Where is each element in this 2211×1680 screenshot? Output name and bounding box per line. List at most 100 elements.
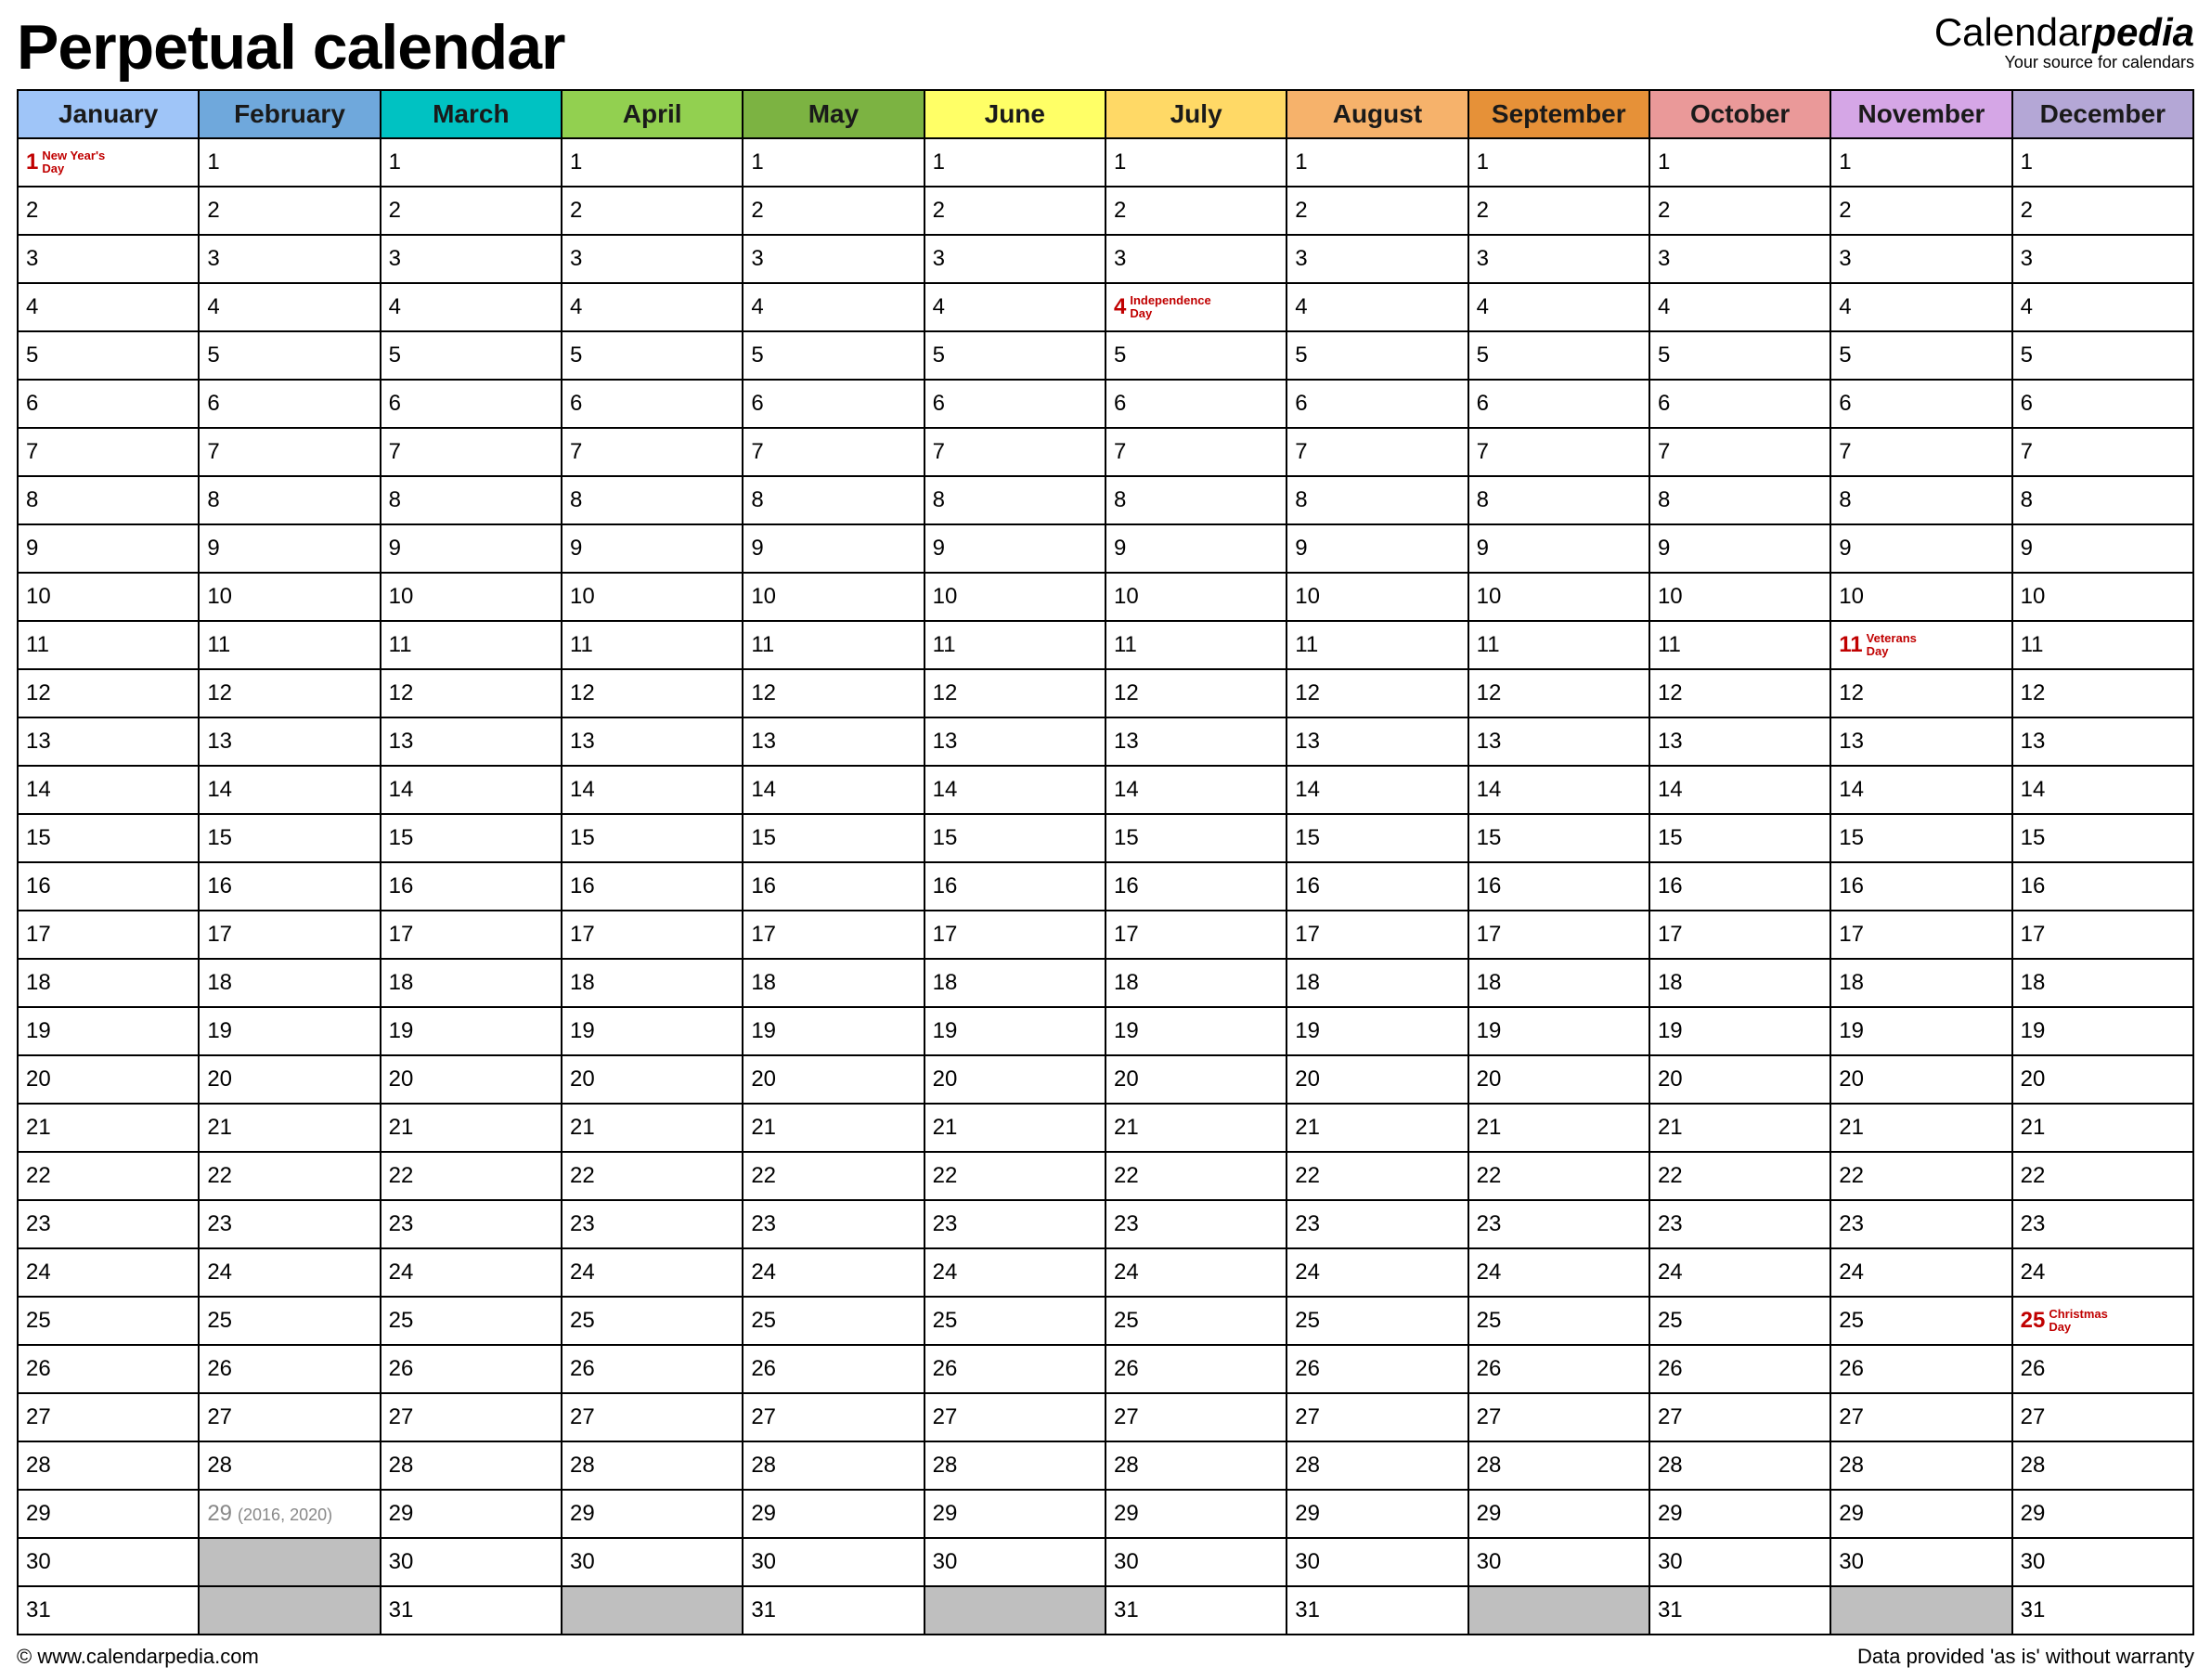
day-row: 2929(2016, 2020)29292929292929292929	[18, 1490, 2193, 1538]
day-cell: 13	[924, 717, 1106, 766]
day-number: 17	[207, 922, 232, 947]
day-number: 12	[389, 680, 414, 705]
day-number: 9	[207, 536, 219, 561]
day-number: 4	[1658, 294, 1670, 319]
day-cell: 11	[381, 621, 562, 669]
day-number: 29	[1295, 1501, 1320, 1526]
day-number: 26	[751, 1356, 776, 1381]
day-number: 26	[26, 1356, 51, 1381]
day-row: 222222222222	[18, 187, 2193, 235]
day-cell: 28	[1830, 1441, 2011, 1490]
day-number: 27	[933, 1404, 958, 1429]
day-number: 29	[207, 1501, 232, 1526]
day-cell: 21	[1468, 1104, 1649, 1152]
day-cell: 6	[1287, 380, 1468, 428]
day-cell: 9	[1468, 524, 1649, 573]
day-row: 121212121212121212121212	[18, 669, 2193, 717]
day-cell: 15	[381, 814, 562, 862]
day-row: 222222222222222222222222	[18, 1152, 2193, 1200]
day-cell: 20	[1468, 1055, 1649, 1104]
day-number: 17	[1295, 922, 1320, 947]
day-cell: 5	[1468, 331, 1649, 380]
day-number: 31	[389, 1597, 414, 1622]
day-number: 7	[1295, 439, 1307, 464]
day-cell: 12	[381, 669, 562, 717]
day-cell: 28	[1649, 1441, 1830, 1490]
day-number: 3	[1295, 246, 1307, 271]
day-cell: 11	[1649, 621, 1830, 669]
day-number: 3	[2021, 246, 2033, 271]
day-cell: 28	[1287, 1441, 1468, 1490]
day-number: 24	[2021, 1260, 2046, 1285]
day-cell: 7	[1287, 428, 1468, 476]
day-number: 4	[933, 294, 945, 319]
day-cell: 3	[2012, 235, 2193, 283]
day-number: 25	[389, 1308, 414, 1333]
day-cell: 25	[1649, 1297, 1830, 1345]
day-number: 5	[26, 342, 38, 368]
day-cell: 13	[199, 717, 380, 766]
day-cell: 20	[743, 1055, 924, 1104]
day-number: 5	[1295, 342, 1307, 368]
day-number: 14	[26, 777, 51, 802]
day-number: 17	[1658, 922, 1683, 947]
day-number: 16	[1114, 873, 1139, 898]
day-cell: 12	[18, 669, 199, 717]
day-cell: 4	[924, 283, 1106, 331]
day-number: 14	[1295, 777, 1320, 802]
day-number: 11	[2021, 632, 2044, 657]
day-cell: 1	[1830, 138, 2011, 187]
day-cell: 30	[1830, 1538, 2011, 1586]
day-number: 27	[1114, 1404, 1139, 1429]
day-cell: 5	[743, 331, 924, 380]
day-number: 6	[1839, 391, 1851, 416]
day-number: 25	[1295, 1308, 1320, 1333]
day-number: 26	[1839, 1356, 1864, 1381]
day-row: 777777777777	[18, 428, 2193, 476]
day-number: 8	[570, 487, 582, 512]
day-cell: 23	[1649, 1200, 1830, 1248]
day-number: 14	[933, 777, 958, 802]
day-number: 12	[2021, 680, 2046, 705]
day-cell: 1	[1649, 138, 1830, 187]
day-cell: 14	[1830, 766, 2011, 814]
day-cell: 2	[381, 187, 562, 235]
day-number: 5	[1114, 342, 1126, 368]
day-row: 242424242424242424242424	[18, 1248, 2193, 1297]
day-number: 26	[389, 1356, 414, 1381]
month-header: April	[562, 90, 743, 138]
day-number: 12	[1295, 680, 1320, 705]
day-cell: 18	[2012, 959, 2193, 1007]
day-number: 15	[2021, 825, 2046, 850]
day-number: 7	[26, 439, 38, 464]
day-cell: 15	[1106, 814, 1287, 862]
day-cell: 8	[199, 476, 380, 524]
day-cell: 23	[924, 1200, 1106, 1248]
day-cell: 24	[924, 1248, 1106, 1297]
day-number: 24	[1658, 1260, 1683, 1285]
day-cell: 16	[1106, 862, 1287, 911]
day-cell: 9	[18, 524, 199, 573]
day-cell: 10	[1287, 573, 1468, 621]
day-number: 27	[2021, 1404, 2046, 1429]
day-cell: 30	[1649, 1538, 1830, 1586]
day-cell: 21	[199, 1104, 380, 1152]
day-cell: 17	[199, 911, 380, 959]
day-number: 3	[751, 246, 763, 271]
day-cell: 15	[562, 814, 743, 862]
day-cell: 31	[743, 1586, 924, 1635]
brand-suffix: pedia	[2092, 10, 2194, 54]
day-cell: 15	[2012, 814, 2193, 862]
day-number: 17	[1477, 922, 1502, 947]
day-number: 15	[751, 825, 776, 850]
day-number: 25	[1839, 1308, 1864, 1333]
day-cell: 22	[1649, 1152, 1830, 1200]
day-number: 28	[2021, 1453, 2046, 1478]
day-number: 19	[389, 1018, 414, 1043]
day-number: 6	[389, 391, 401, 416]
day-cell: 24	[381, 1248, 562, 1297]
day-number: 20	[570, 1066, 595, 1092]
day-cell: 27	[924, 1393, 1106, 1441]
day-cell: 30	[18, 1538, 199, 1586]
day-cell: 17	[1287, 911, 1468, 959]
